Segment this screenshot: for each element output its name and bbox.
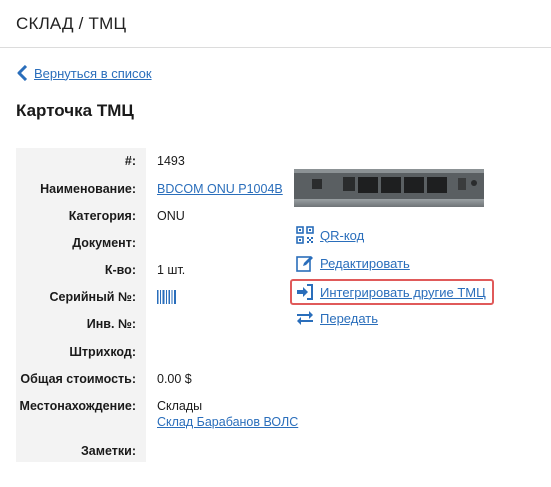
label-notes: Заметки: [80,444,136,458]
label-location: Местонахождение: [19,399,136,413]
integrate-link[interactable]: Интегрировать другие ТМЦ [320,285,486,300]
label-inv: Инв. №: [86,317,136,331]
transfer-action[interactable]: Передать [296,309,378,327]
edit-icon [296,256,313,272]
value-serial[interactable] [157,287,177,310]
value-id: 1493 [157,154,185,168]
exchange-icon [297,311,313,325]
qr-link[interactable]: QR-код [320,228,364,243]
label-document: Документ: [72,236,136,250]
row-location: Местонахождение: Склады Склад Барабанов … [16,396,416,436]
value-name-link[interactable]: BDCOM ONU P1004B [157,182,283,196]
row-barcode: Штрихкод: [16,342,416,362]
page-title: СКЛАД / ТМЦ [16,14,127,33]
value-qty: 1 шт. [157,263,186,277]
label-qty: К-во: [104,263,136,277]
qr-code-icon [296,226,314,244]
label-cost: Общая стоимость: [20,372,136,386]
value-cost: 0.00 $ [157,372,192,386]
edit-link[interactable]: Редактировать [320,256,410,271]
transfer-link[interactable]: Передать [320,311,378,326]
chevron-left-icon [17,65,28,81]
barcode-icon[interactable] [157,290,177,304]
edit-action[interactable]: Редактировать [296,254,410,272]
product-photo [294,169,484,207]
label-id: #: [124,154,136,168]
value-location-link-wrap: Склад Барабанов ВОЛС [157,412,298,432]
back-link[interactable]: Вернуться в список [16,65,152,81]
label-name: Наименование: [40,182,136,196]
sign-in-icon [297,284,313,300]
row-notes: Заметки: [16,441,416,461]
qr-action[interactable]: QR-код [296,226,364,244]
label-barcode: Штрихкод: [69,345,136,359]
back-link-label[interactable]: Вернуться в список [34,66,152,81]
card-title: Карточка ТМЦ [16,101,134,120]
integrate-action[interactable]: Интегрировать другие ТМЦ [296,283,486,301]
row-cost: Общая стоимость: 0.00 $ [16,369,416,389]
location-link[interactable]: Склад Барабанов ВОЛС [157,415,298,429]
value-name-wrap: BDCOM ONU P1004B [157,179,283,199]
page-header: СКЛАД / ТМЦ [0,0,551,48]
label-serial: Серийный №: [49,290,136,304]
label-category: Категория: [68,209,136,223]
value-category: ONU [157,209,185,223]
